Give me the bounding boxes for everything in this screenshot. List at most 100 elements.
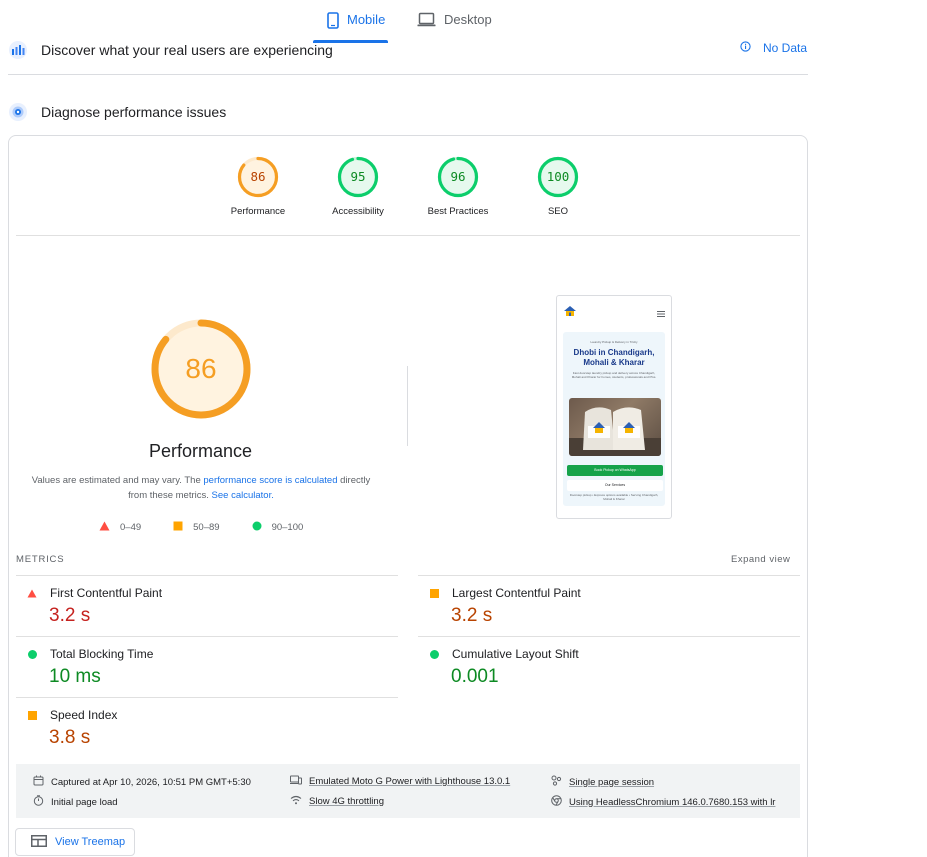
initial-page-load: Initial page load	[33, 795, 118, 809]
gauge-performance-label: Performance	[230, 206, 286, 217]
performance-big-score: 86	[185, 353, 217, 384]
phone-subtitle: Fast doorstep laundry pickup and deliver…	[571, 371, 657, 380]
metric-divider	[418, 636, 800, 637]
hamburger-menu-icon	[657, 304, 665, 322]
legend-pass-range: 90–100	[271, 522, 304, 533]
phone-icon	[327, 12, 339, 29]
metric-lcp-name: Largest Contentful Paint	[452, 586, 581, 600]
metric-divider	[418, 575, 800, 576]
expand-view-button[interactable]: Expand view	[731, 554, 790, 565]
gauge-best-practices-label: Best Practices	[427, 206, 489, 217]
chrome-icon	[551, 795, 562, 809]
wifi-icon	[290, 795, 302, 808]
metric-largest-contentful-paint: Largest Contentful Paint 3.2 s	[418, 586, 778, 627]
phone-footer-text: Doorstep pickup • Express options availa…	[569, 493, 659, 501]
users-experience-icon	[8, 40, 28, 60]
orange-square-icon	[429, 588, 439, 598]
metric-tbt-name: Total Blocking Time	[50, 647, 154, 661]
calendar-icon	[33, 775, 44, 789]
single-page-session[interactable]: Single page session	[551, 775, 654, 789]
emulated-device[interactable]: Emulated Moto G Power with Lighthouse 13…	[290, 775, 510, 788]
legend-pass: 90–100	[252, 521, 304, 534]
gauge-seo-score: 100	[546, 169, 570, 184]
gauge-performance-score: 86	[250, 169, 266, 184]
gauge-accessibility-label: Accessibility	[332, 206, 384, 217]
red-triangle-icon	[27, 588, 37, 598]
legend-average: 50–89	[173, 521, 220, 534]
treemap-icon	[31, 834, 47, 850]
score-legend: 0–49 50–89 90–100	[99, 521, 335, 534]
green-circle-icon	[252, 521, 262, 534]
green-circle-icon	[27, 649, 37, 659]
metric-speed-index: Speed Index 3.8 s	[16, 708, 376, 749]
laptop-icon	[417, 12, 436, 27]
phone-whatsapp-button: Book Pickup on WhatsApp	[567, 465, 663, 476]
runtime-settings: Captured at Apr 10, 2026, 10:51 PM GMT+5…	[16, 764, 800, 818]
final-screenshot[interactable]: Laundry Pickup & Delivery in Tricity Dho…	[556, 295, 672, 519]
green-circle-icon	[429, 649, 439, 659]
gauge-best-practices-score: 96	[450, 169, 466, 184]
session-icon	[551, 775, 562, 789]
metric-divider	[16, 636, 398, 637]
gauge-best-practices[interactable]: 96 Best Practices	[408, 156, 508, 217]
metrics-heading: METRICS	[16, 554, 65, 565]
metric-lcp-value: 3.2 s	[451, 605, 493, 626]
metric-cls-value: 0.001	[451, 666, 499, 687]
metric-cumulative-layout-shift: Cumulative Layout Shift 0.001	[418, 647, 778, 688]
diagnose-title: Diagnose performance issues	[41, 104, 227, 120]
initial-page-load-text: Initial page load	[51, 796, 118, 808]
captured-at-text: Captured at Apr 10, 2026, 10:51 PM GMT+5…	[51, 776, 251, 788]
performance-description: Values are estimated and may vary. The p…	[30, 473, 372, 503]
gauge-seo-label: SEO	[547, 206, 569, 217]
tab-desktop-label: Desktop	[444, 12, 492, 27]
gauge-seo[interactable]: 100 SEO	[508, 156, 608, 217]
metric-total-blocking-time: Total Blocking Time 10 ms	[16, 647, 376, 688]
metric-tbt-value: 10 ms	[49, 666, 101, 687]
metric-si-value: 3.8 s	[49, 727, 91, 748]
emulated-device-text: Emulated Moto G Power with Lighthouse 13…	[309, 776, 511, 787]
info-icon	[740, 41, 751, 55]
view-treemap-label: View Treemap	[55, 836, 126, 848]
gauge-accessibility-score: 95	[350, 169, 366, 184]
phone-services-button: Our Services	[567, 480, 663, 491]
lighthouse-icon	[8, 102, 28, 122]
see-calculator-link[interactable]: See calculator.	[212, 490, 274, 501]
view-treemap-button[interactable]: View Treemap	[15, 828, 135, 856]
orange-square-icon	[173, 521, 183, 534]
red-triangle-icon	[99, 521, 110, 534]
devices-icon	[290, 775, 302, 788]
metric-divider	[16, 575, 398, 576]
single-page-session-text: Single page session	[569, 776, 655, 788]
browser-version-text: Using HeadlessChromium 146.0.7680.153 wi…	[569, 796, 776, 808]
diagnose-section-header: Diagnose performance issues	[8, 101, 808, 123]
tab-mobile-label: Mobile	[347, 12, 386, 27]
discover-section-header: Discover what your real users are experi…	[8, 38, 808, 62]
discover-title: Discover what your real users are experi…	[41, 42, 333, 58]
metric-fcp-value: 3.2 s	[49, 605, 91, 626]
phone-header	[563, 304, 665, 322]
section-divider	[8, 74, 808, 75]
metric-first-contentful-paint: First Contentful Paint 3.2 s	[16, 586, 376, 627]
performance-big-gauge: 86	[150, 318, 252, 420]
site-logo-icon	[563, 304, 577, 322]
phone-hero: Laundry Pickup & Delivery in Tricity Dho…	[563, 332, 665, 506]
captured-at: Captured at Apr 10, 2026, 10:51 PM GMT+5…	[33, 775, 251, 789]
network-throttling-text: Slow 4G throttling	[309, 796, 384, 807]
no-data-indicator[interactable]: No Data	[740, 41, 807, 55]
metric-si-name: Speed Index	[50, 708, 118, 722]
network-throttling[interactable]: Slow 4G throttling	[290, 795, 384, 808]
browser-version[interactable]: Using HeadlessChromium 146.0.7680.153 wi…	[551, 795, 775, 809]
metric-cls-name: Cumulative Layout Shift	[452, 647, 579, 661]
orange-square-icon	[27, 710, 37, 720]
gauges-divider	[16, 235, 800, 236]
legend-fail-range: 0–49	[120, 522, 142, 533]
vertical-separator	[407, 366, 408, 446]
legend-average-range: 50–89	[193, 522, 220, 533]
gauge-performance[interactable]: 86 Performance	[208, 156, 308, 217]
performance-score-link[interactable]: performance score is calculated	[203, 475, 337, 486]
gauge-accessibility[interactable]: 95 Accessibility	[308, 156, 408, 217]
phone-title: Dhobi in Chandigarh, Mohali & Kharar	[573, 348, 655, 367]
performance-title: Performance	[148, 441, 253, 461]
phone-small-top: Laundry Pickup & Delivery in Tricity	[590, 340, 638, 344]
metric-divider	[16, 697, 398, 698]
